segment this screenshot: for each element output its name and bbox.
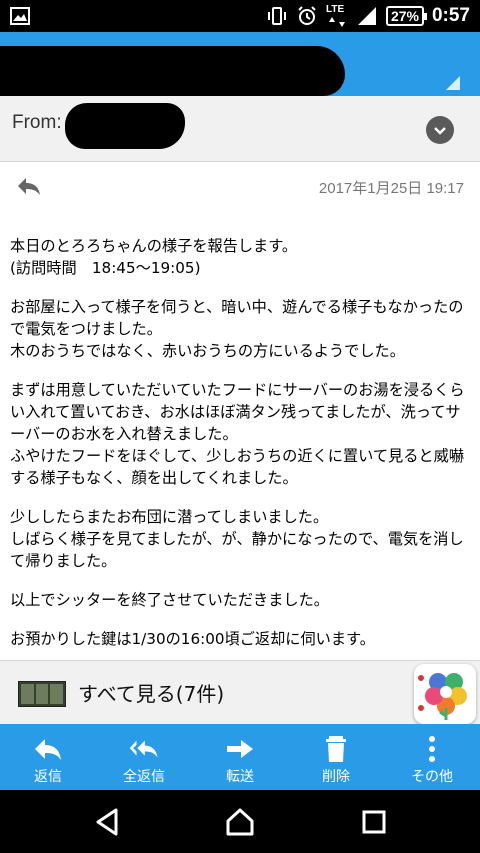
reply-button[interactable]: 返信 <box>0 724 96 790</box>
more-button[interactable]: その他 <box>384 724 480 790</box>
home-icon[interactable] <box>224 806 256 838</box>
status-bar: LTE 27% 0:57 <box>0 0 480 32</box>
reply-icon <box>35 739 61 760</box>
reply-all-label: 全返信 <box>123 769 165 785</box>
reply-label: 返信 <box>34 769 62 785</box>
message-date: 2017年1月25日 19:17 <box>318 180 464 197</box>
action-bar: 返信 全返信 転送 削除 その他 <box>0 724 480 790</box>
status-icons: LTE 27% 0:57 <box>266 0 470 32</box>
chevron-down-icon <box>434 127 446 135</box>
app-shortcut-button[interactable] <box>414 664 476 724</box>
more-label: その他 <box>411 769 453 785</box>
delete-label: 削除 <box>322 769 350 785</box>
forward-label: 転送 <box>226 769 254 785</box>
paragraph: お部屋に入って様子を伺うと、暗い中、遊んでる様子もなかったので電気をつけました。… <box>10 298 464 360</box>
expand-details-button[interactable] <box>426 116 454 144</box>
reply-icon[interactable] <box>16 175 42 197</box>
paragraph: まずは用意していただいていたフードにサーバーのお湯を浸るくらい入れて置いておき、… <box>10 381 465 487</box>
navigation-bar <box>0 790 480 853</box>
attachment-thumbnail <box>18 681 66 707</box>
trash-icon <box>326 736 346 762</box>
redacted-sender <box>65 103 185 149</box>
clock: 0:57 <box>431 5 470 26</box>
signal-icon <box>357 7 376 25</box>
paragraph: お預かりした鍵は1/30の16:00頃ご返却に伺います。 <box>10 630 375 648</box>
vibrate-icon <box>267 7 286 25</box>
alarm-icon <box>298 6 316 25</box>
paragraph: 本日のとろろちゃんの様子を報告します。 (訪問時間 18:45〜19:05) <box>10 237 298 277</box>
forward-icon <box>227 740 253 758</box>
flower-app-icon <box>418 673 467 720</box>
header-corner-indicator <box>446 76 460 90</box>
reply-all-button[interactable]: 全返信 <box>96 724 192 790</box>
more-vertical-icon <box>429 736 435 762</box>
data-arrows-icon <box>328 17 345 27</box>
forward-button[interactable]: 転送 <box>192 724 288 790</box>
from-label: From: <box>12 112 62 133</box>
mail-screen: LTE 27% 0:57 From: 2017年1月25日 19:17 本日のと… <box>0 0 480 853</box>
lte-indicator: LTE <box>326 4 348 28</box>
reply-all-icon <box>129 740 158 758</box>
paragraph: 少ししたらまたお布団に潜ってしまいました。 しばらく様子を見てましたが、が、静か… <box>10 508 464 570</box>
battery-percent: 27% <box>390 8 419 24</box>
back-icon[interactable] <box>92 806 124 838</box>
redacted-subject <box>0 46 345 96</box>
attachments-bar[interactable]: すべて見る(7件) <box>0 660 480 724</box>
message-body: 本日のとろろちゃんの様子を報告します。 (訪問時間 18:45〜19:05) お… <box>10 235 470 660</box>
delete-button[interactable]: 削除 <box>288 724 384 790</box>
paragraph: 以上でシッターを終了させていただきました。 <box>10 591 329 609</box>
battery-indicator: 27% <box>385 6 427 26</box>
image-notification-icon <box>10 7 30 25</box>
recent-apps-icon[interactable] <box>358 806 390 838</box>
lte-label: LTE <box>325 4 345 15</box>
view-all-attachments-label: すべて見る(7件) <box>78 682 225 706</box>
